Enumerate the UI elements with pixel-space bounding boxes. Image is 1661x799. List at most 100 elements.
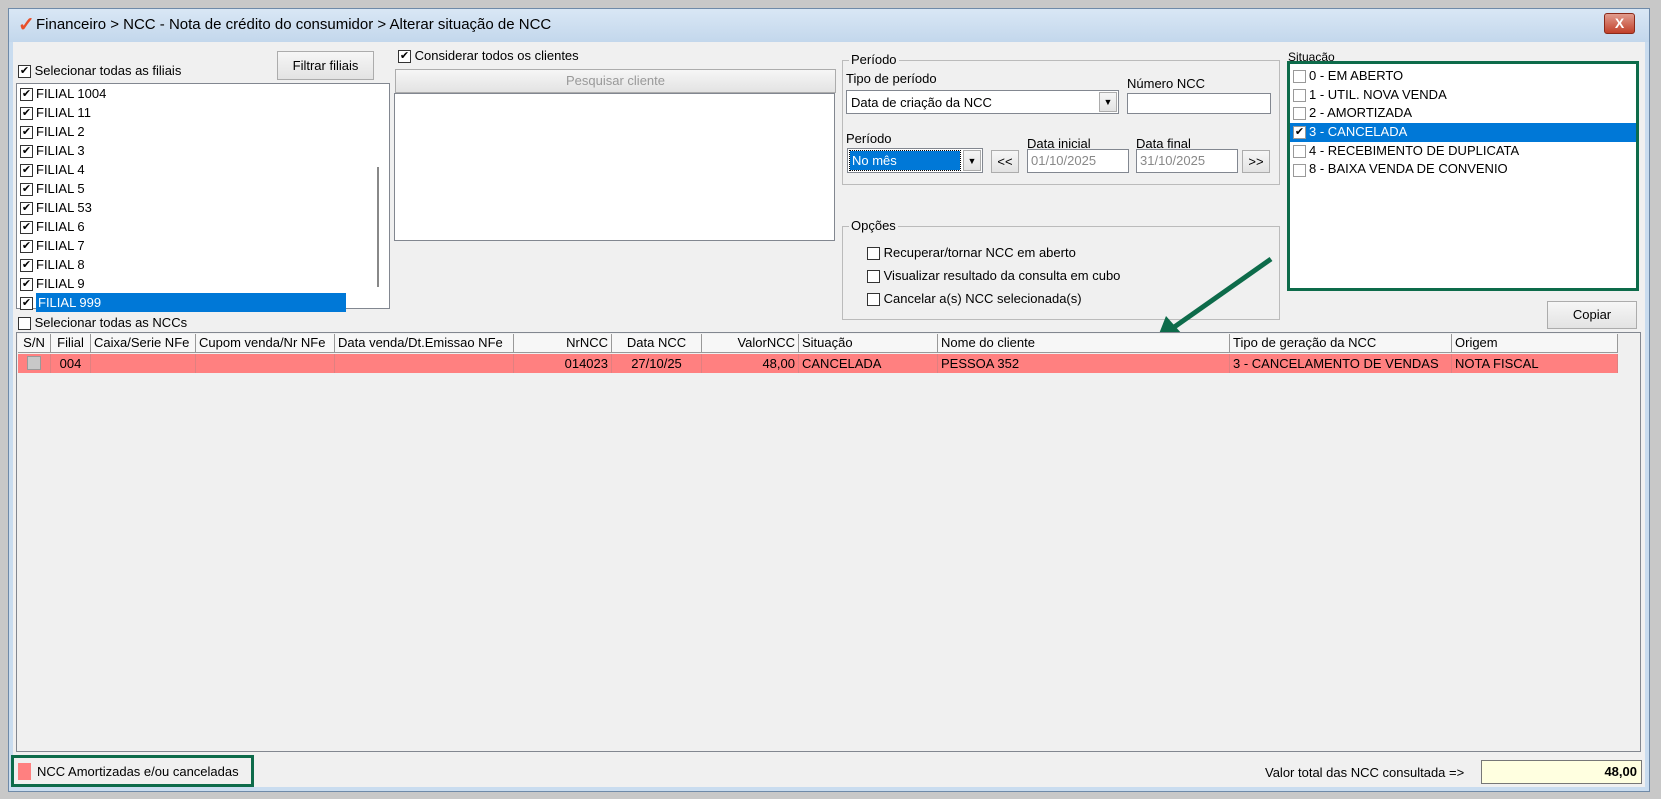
ncc-grid[interactable]: S/N Filial Caixa/Serie NFe Cupom venda/Nr N… (16, 332, 1641, 752)
situacao-item[interactable]: ✔ 3 - CANCELADA (1290, 123, 1636, 142)
checkbox-icon: ✔ (398, 50, 411, 64)
opcao-checkbox[interactable]: Recuperar/tornar NCC em aberto (867, 245, 1120, 268)
chevron-down-icon[interactable]: ▼ (963, 150, 981, 171)
filtrar-filiais-button[interactable]: Filtrar filiais (277, 51, 374, 80)
column-header[interactable]: Data NCC (612, 334, 702, 353)
filial-label: FILIAL 3 (36, 143, 85, 158)
pesquisar-cliente-button[interactable]: Pesquisar cliente (395, 69, 836, 93)
table-cell (18, 354, 51, 373)
consider-all-clients-checkbox[interactable]: ✔ Considerar todos os clientes (398, 48, 579, 64)
legend-box: NCC Amortizadas e/ou canceladas (11, 755, 254, 787)
numero-ncc-label: Número NCC (1127, 76, 1206, 91)
filiais-list[interactable]: ✔ FILIAL 1004 ✔ FILIAL 11 ✔ FILIAL 2 ✔ FILIAL 3… (16, 83, 390, 312)
situacao-label: 2 - AMORTIZADA (1309, 105, 1413, 121)
checkbox-icon: ✔ (20, 88, 33, 102)
checkbox-icon: ✔ (1293, 126, 1306, 140)
table-cell: 27/10/25 (612, 354, 702, 373)
situacao-item[interactable]: 4 - RECEBIMENTO DE DUPLICATA (1290, 142, 1636, 161)
checkbox-icon: ✔ (20, 240, 33, 254)
opcao-label: Cancelar a(s) NCC selecionada(s) (883, 291, 1082, 306)
table-cell (91, 354, 196, 373)
filial-item[interactable]: ✔ FILIAL 11 (17, 103, 389, 122)
filial-label: FILIAL 1004 (36, 86, 107, 101)
filial-label: FILIAL 53 (36, 200, 92, 215)
checkbox-icon (867, 293, 880, 307)
filial-item[interactable]: ✔ FILIAL 1004 (17, 84, 389, 103)
total-label: Valor total das NCC consultada => (1265, 765, 1465, 780)
column-header[interactable]: Data venda/Dt.Emissao NFe (335, 334, 514, 353)
periodo-group-label: Período (849, 52, 899, 67)
checkbox-icon (1293, 107, 1306, 121)
filial-label: FILIAL 11 (36, 105, 91, 120)
situacao-label: 0 - EM ABERTO (1309, 68, 1404, 83)
situacao-item[interactable]: 8 - BAIXA VENDA DE CONVENIO (1290, 160, 1636, 179)
filial-label: FILIAL 9 (36, 276, 85, 291)
column-header[interactable]: Cupom venda/Nr NFe (196, 334, 335, 353)
select-all-nccs-checkbox[interactable]: Selecionar todas as NCCs (18, 315, 187, 331)
column-header[interactable]: Nome do cliente (938, 334, 1230, 353)
opcao-checkbox[interactable]: Cancelar a(s) NCC selecionada(s) (867, 291, 1120, 314)
select-all-filiais-label: Selecionar todas as filiais (34, 63, 182, 78)
filiais-scrollbar[interactable] (377, 167, 379, 287)
row-select-checkbox[interactable] (27, 356, 41, 370)
select-all-filiais-checkbox[interactable]: ✔ Selecionar todas as filiais (18, 63, 182, 79)
table-cell: 014023 (514, 354, 612, 373)
filial-item[interactable]: ✔ FILIAL 7 (17, 236, 389, 255)
checkbox-icon: ✔ (20, 145, 33, 159)
column-header[interactable]: Situação (799, 334, 938, 353)
close-button[interactable]: X (1604, 13, 1635, 34)
opcao-checkbox[interactable]: Visualizar resultado da consulta em cubo (867, 268, 1120, 291)
table-row[interactable]: 004 014023 27/10/25 48,00 CANCELADA PESSOA 35… (18, 354, 1618, 373)
filial-item[interactable]: ✔ FILIAL 2 (17, 122, 389, 141)
table-cell: NOTA FISCAL (1452, 354, 1618, 373)
tipo-periodo-select[interactable]: Data de criação da NCC ▼ (846, 90, 1119, 114)
filial-item[interactable]: ✔ FILIAL 4 (17, 160, 389, 179)
periodo-label: Período (846, 131, 892, 146)
data-final-input[interactable]: 31/10/2025 (1136, 149, 1238, 173)
filial-item[interactable]: ✔ FILIAL 999 (17, 293, 389, 312)
column-header[interactable]: ValorNCC (702, 334, 799, 353)
checkbox-icon: ✔ (20, 221, 33, 235)
chevron-down-icon[interactable]: ▼ (1099, 92, 1117, 112)
column-header[interactable]: NrNCC (514, 334, 612, 353)
column-header[interactable]: S/N (18, 334, 51, 353)
checkbox-icon: ✔ (20, 183, 33, 197)
column-header[interactable]: Origem (1452, 334, 1618, 353)
filial-item[interactable]: ✔ FILIAL 6 (17, 217, 389, 236)
data-inicial-input[interactable]: 01/10/2025 (1027, 149, 1129, 173)
column-header[interactable]: Caixa/Serie NFe (91, 334, 196, 353)
copiar-button[interactable]: Copiar (1547, 301, 1637, 329)
clients-list[interactable] (394, 93, 835, 241)
opcao-label: Visualizar resultado da consulta em cubo (883, 268, 1121, 283)
situacao-item[interactable]: 1 - UTIL. NOVA VENDA (1290, 86, 1636, 105)
filial-label: FILIAL 5 (36, 181, 85, 196)
table-cell (196, 354, 335, 373)
checkbox-icon: ✔ (20, 297, 33, 311)
filial-item[interactable]: ✔ FILIAL 9 (17, 274, 389, 293)
checkbox-icon: ✔ (20, 126, 33, 140)
column-header[interactable]: Tipo de geração da NCC (1230, 334, 1452, 353)
periodo-select[interactable]: No mês ▼ (847, 148, 983, 173)
table-cell (335, 354, 514, 373)
checkbox-icon: ✔ (20, 107, 33, 121)
previous-period-button[interactable]: << (991, 150, 1019, 173)
filial-item[interactable]: ✔ FILIAL 3 (17, 141, 389, 160)
situacao-item[interactable]: 2 - AMORTIZADA (1290, 104, 1636, 123)
column-header[interactable]: Filial (51, 334, 91, 353)
filial-item[interactable]: ✔ FILIAL 5 (17, 179, 389, 198)
checkbox-icon (1293, 70, 1306, 84)
legend-swatch (18, 763, 31, 780)
filial-label: FILIAL 8 (36, 257, 85, 272)
filial-label: FILIAL 2 (36, 124, 85, 139)
situacao-item[interactable]: 0 - EM ABERTO (1290, 67, 1636, 86)
situacao-list[interactable]: 0 - EM ABERTO 1 - UTIL. NOVA VENDA 2 - AMO… (1287, 61, 1639, 291)
situacao-label: 8 - BAIXA VENDA DE CONVENIO (1309, 161, 1508, 177)
tipo-periodo-label: Tipo de período (846, 71, 937, 86)
filial-item[interactable]: ✔ FILIAL 53 (17, 198, 389, 217)
next-period-button[interactable]: >> (1242, 150, 1270, 173)
grid-header: S/N Filial Caixa/Serie NFe Cupom venda/Nr N… (18, 334, 1618, 353)
numero-ncc-input[interactable] (1127, 93, 1271, 114)
filial-item[interactable]: ✔ FILIAL 8 (17, 255, 389, 274)
filial-label: FILIAL 7 (36, 238, 85, 253)
window-title: Financeiro > NCC - Nota de crédito do co… (36, 16, 552, 33)
